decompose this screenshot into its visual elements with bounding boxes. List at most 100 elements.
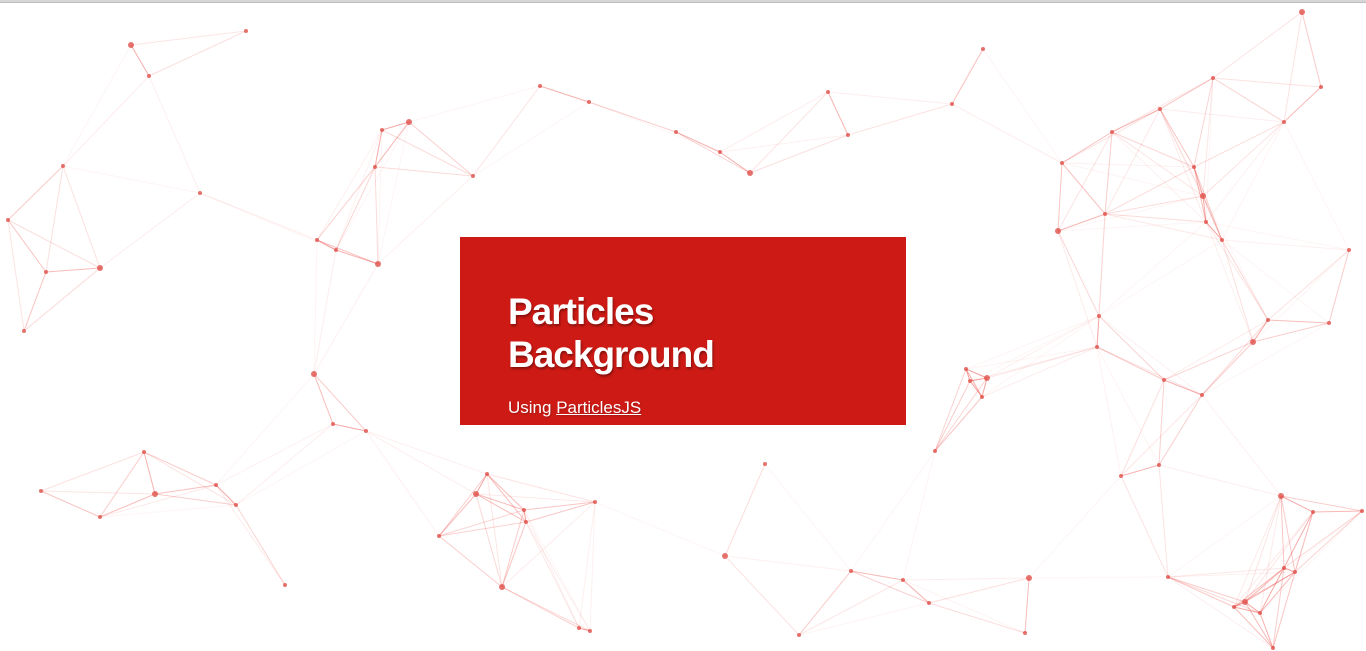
particle-link (1233, 511, 1314, 608)
particle-link (1205, 221, 1269, 321)
particle-dot (98, 515, 102, 519)
particle-link (62, 165, 201, 194)
particle-dot (331, 422, 335, 426)
particle-link (951, 103, 1063, 164)
hero-title: Particles Background (508, 291, 715, 375)
particle-link (199, 192, 337, 251)
particle-dot (577, 626, 581, 630)
particle-link (365, 430, 488, 475)
particle-dot (473, 491, 479, 497)
particle-dot (6, 218, 10, 222)
particle-link (1057, 195, 1204, 232)
particle-dot (1119, 474, 1123, 478)
particle-link (143, 451, 217, 486)
particle-dot (933, 449, 937, 453)
particle-dot (375, 261, 381, 267)
particle-link (408, 85, 541, 123)
particle-link (1312, 510, 1363, 513)
particle-dot (1250, 339, 1256, 345)
particle-dot (950, 102, 954, 106)
particle-dot (968, 379, 972, 383)
particle-dot (1023, 631, 1027, 635)
particle-link (1159, 108, 1195, 168)
particle-dot (1055, 228, 1061, 234)
particle-link (486, 473, 525, 511)
particle-link (215, 484, 286, 586)
particle-link (1098, 239, 1223, 317)
particle-dot (1211, 76, 1215, 80)
particle-link (501, 509, 525, 588)
particle-link (1163, 341, 1254, 381)
particle-link (827, 91, 953, 105)
particlesjs-link[interactable]: ParticlesJS (556, 398, 641, 417)
particle-link (951, 48, 984, 105)
particle-dot (538, 84, 542, 88)
particle-link (1201, 394, 1282, 497)
particle-dot (97, 265, 103, 271)
particle-dot (1278, 493, 1284, 499)
particle-link (965, 315, 1100, 370)
particle-link (1028, 475, 1122, 579)
particle-link (523, 501, 596, 511)
particle-dot (984, 375, 990, 381)
particle-link (902, 577, 1030, 581)
particle-link (1283, 86, 1322, 123)
particle-dot (1103, 212, 1107, 216)
particle-dot (1282, 566, 1286, 570)
particle-link (1120, 394, 1203, 477)
particle-link (438, 493, 477, 537)
particle-link (1301, 11, 1322, 88)
particle-link (365, 430, 477, 495)
particle-link (215, 373, 315, 486)
particle-link (475, 493, 596, 503)
particle-dot (1282, 120, 1286, 124)
particle-dot (1347, 248, 1351, 252)
particle-link (1233, 606, 1274, 649)
particle-link (130, 44, 150, 77)
particle-link (1202, 121, 1285, 197)
particle-dot (499, 584, 505, 590)
particle-dot (1192, 165, 1196, 169)
particle-link (1061, 162, 1204, 197)
particle-dot (1266, 318, 1270, 322)
particle-link (982, 48, 1063, 164)
particle-dot (524, 520, 528, 524)
particle-dot (927, 601, 931, 605)
particle-link (1061, 162, 1195, 168)
particle-dot (234, 503, 238, 507)
particle-link (7, 219, 25, 332)
particle-link (45, 267, 101, 273)
particle-link (377, 175, 474, 265)
particle-link (798, 602, 930, 636)
particle-link (1280, 495, 1314, 513)
particle-link (1167, 576, 1235, 608)
particle-link (1061, 162, 1106, 215)
particle-link (1104, 108, 1161, 215)
particle-dot (142, 450, 146, 454)
particle-dot (198, 191, 202, 195)
particle-dot (1242, 599, 1248, 605)
particle-link (965, 368, 983, 398)
particle-dot (364, 429, 368, 433)
particle-dot (1157, 463, 1161, 467)
particle-link (1294, 510, 1363, 573)
particle-dot (1158, 107, 1162, 111)
particle-dot (373, 165, 377, 169)
particle-dot (1293, 570, 1297, 574)
particle-link (1104, 213, 1207, 223)
particle-link (1221, 239, 1254, 343)
particle-dot (22, 329, 26, 333)
particle-dot (1026, 575, 1032, 581)
particle-link (313, 373, 367, 432)
particle-dot (1060, 161, 1064, 165)
particle-link (969, 315, 1100, 382)
particle-dot (1162, 378, 1166, 382)
particle-link (99, 192, 201, 269)
particle-link (1267, 319, 1330, 324)
particle-link (1201, 341, 1254, 396)
particle-dot (244, 29, 248, 33)
particle-link (365, 430, 440, 537)
particle-link (1205, 121, 1285, 223)
particle-dot (981, 47, 985, 51)
particle-link (313, 239, 318, 375)
